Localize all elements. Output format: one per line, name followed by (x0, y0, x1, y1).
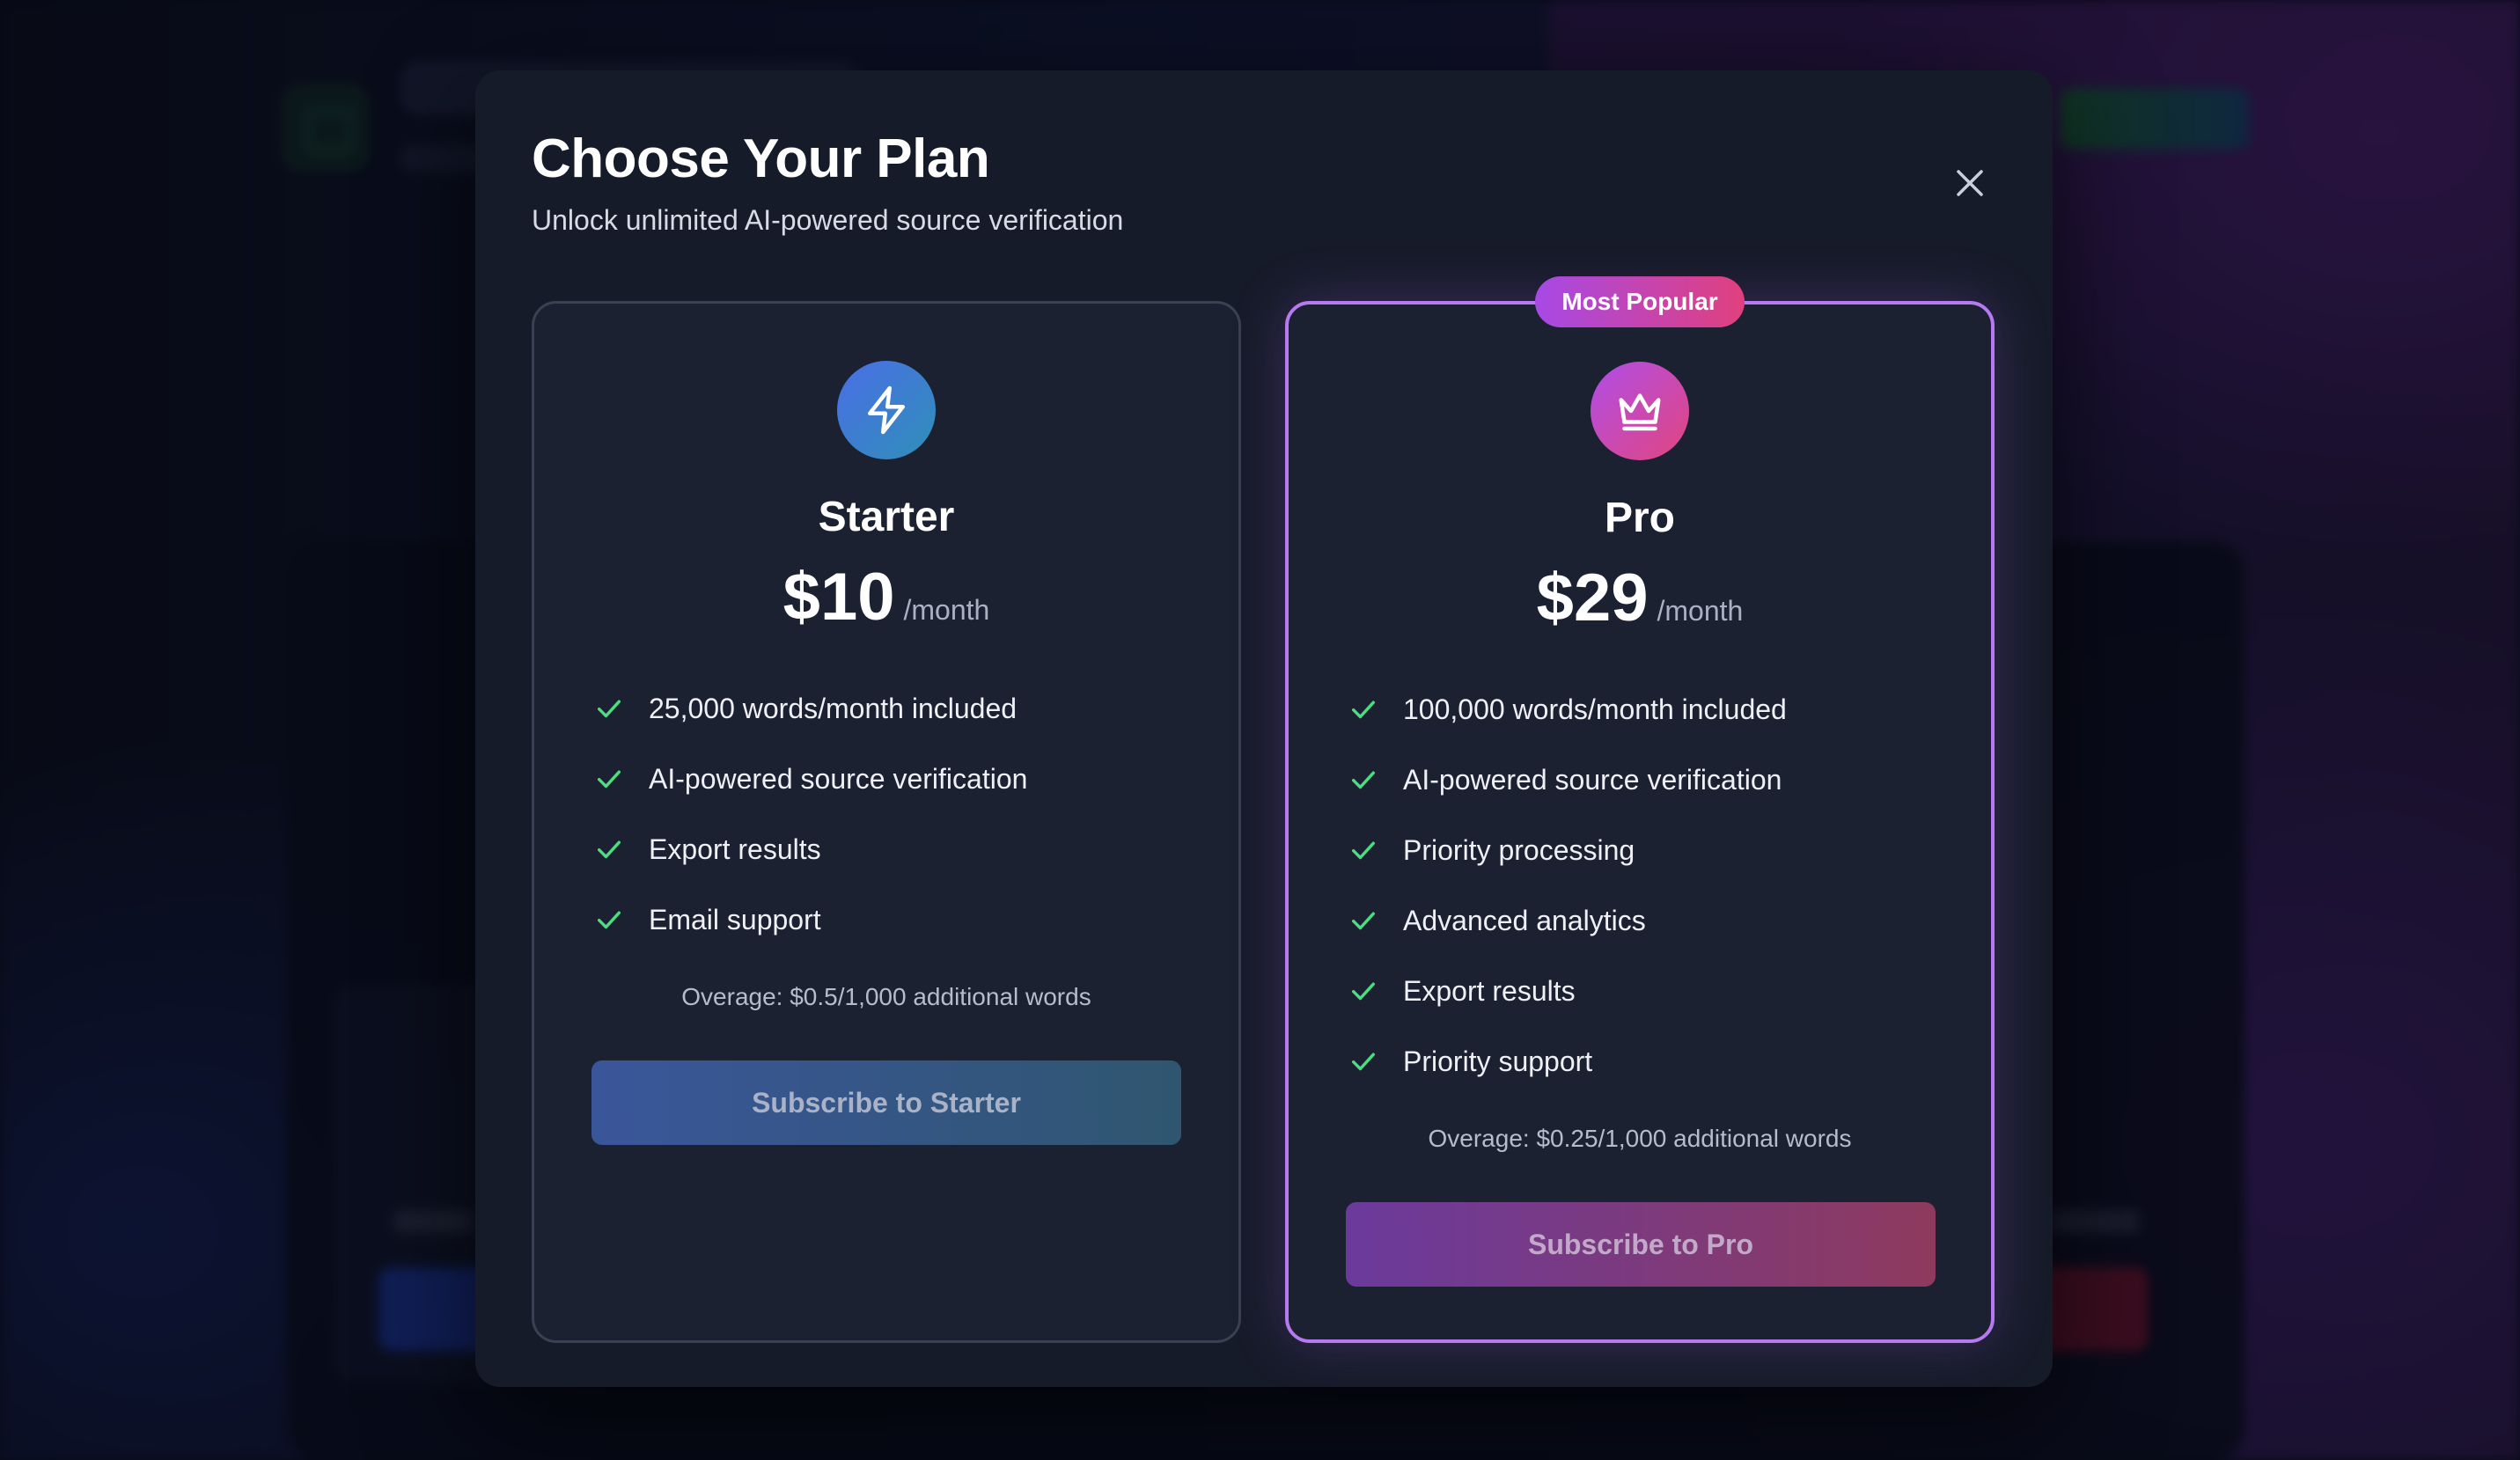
price-row: $29 /month (1289, 560, 1991, 636)
close-button[interactable] (1950, 163, 1990, 203)
feature-text: Priority support (1403, 1045, 1593, 1077)
lightning-icon (868, 385, 905, 435)
feature-text: Advanced analytics (1403, 904, 1646, 936)
feature-item: Export results (1348, 956, 1956, 1026)
feature-text: Priority processing (1403, 833, 1635, 866)
feature-text: AI-powered source verification (1403, 763, 1782, 796)
check-icon (1351, 982, 1376, 1001)
feature-text: Email support (649, 903, 821, 935)
check-icon (597, 700, 621, 718)
feature-item: AI-powered source verification (1348, 745, 1956, 815)
crown-icon (1619, 393, 1661, 431)
check-icon (1351, 771, 1376, 789)
close-icon (1957, 170, 1983, 196)
feature-text: AI-powered source verification (649, 762, 1028, 795)
check-icon (597, 770, 621, 789)
check-icon (1351, 1053, 1376, 1071)
feature-item: Priority support (1348, 1026, 1956, 1097)
plan-period: /month (1657, 595, 1744, 627)
price-row: $10 /month (534, 559, 1238, 635)
feature-item: Priority processing (1348, 815, 1956, 885)
plan-period: /month (903, 594, 990, 626)
feature-list: 25,000 words/month included AI-powered s… (594, 673, 1203, 955)
plan-icon-starter (837, 361, 936, 459)
feature-item: 25,000 words/month included (594, 673, 1203, 744)
plan-name: Pro (1604, 495, 1675, 541)
pricing-modal: Choose Your Plan Unlock unlimited AI-pow… (475, 70, 2053, 1387)
check-icon (1351, 912, 1376, 930)
most-popular-badge: Most Popular (1535, 276, 1745, 327)
check-icon (597, 840, 621, 859)
plan-card-pro: Most Popular Pro $29 /month 100,000 word… (1285, 276, 1995, 1343)
check-icon (597, 911, 621, 929)
feature-item: Advanced analytics (1348, 885, 1956, 956)
overage-text: Overage: $0.25/1,000 additional words (1428, 1125, 1852, 1152)
subscribe-starter-button[interactable]: Subscribe to Starter (591, 1060, 1181, 1145)
subscribe-pro-button[interactable]: Subscribe to Pro (1346, 1202, 1936, 1287)
feature-text: 25,000 words/month included (649, 692, 1018, 724)
check-icon (1351, 841, 1376, 860)
check-icon (1351, 701, 1376, 719)
plan-price: $29 (1536, 561, 1649, 635)
feature-text: Export results (1403, 974, 1576, 1007)
plan-icon-pro (1591, 362, 1689, 460)
feature-text: Export results (649, 833, 821, 865)
feature-item: Email support (594, 884, 1203, 955)
feature-item: AI-powered source verification (594, 744, 1203, 814)
plan-card-starter: Starter $10 /month 25,000 words/month in… (532, 301, 1241, 1343)
modal-title: Choose Your Plan (532, 128, 990, 189)
feature-text: 100,000 words/month included (1403, 693, 1787, 725)
plan-name: Starter (818, 494, 955, 540)
plan-price: $10 (782, 560, 895, 635)
modal-subtitle: Unlock unlimited AI-powered source verif… (532, 204, 1124, 236)
feature-item: Export results (594, 814, 1203, 884)
overage-text: Overage: $0.5/1,000 additional words (681, 983, 1091, 1010)
feature-list: 100,000 words/month included AI-powered … (1348, 674, 1956, 1097)
feature-item: 100,000 words/month included (1348, 674, 1956, 745)
